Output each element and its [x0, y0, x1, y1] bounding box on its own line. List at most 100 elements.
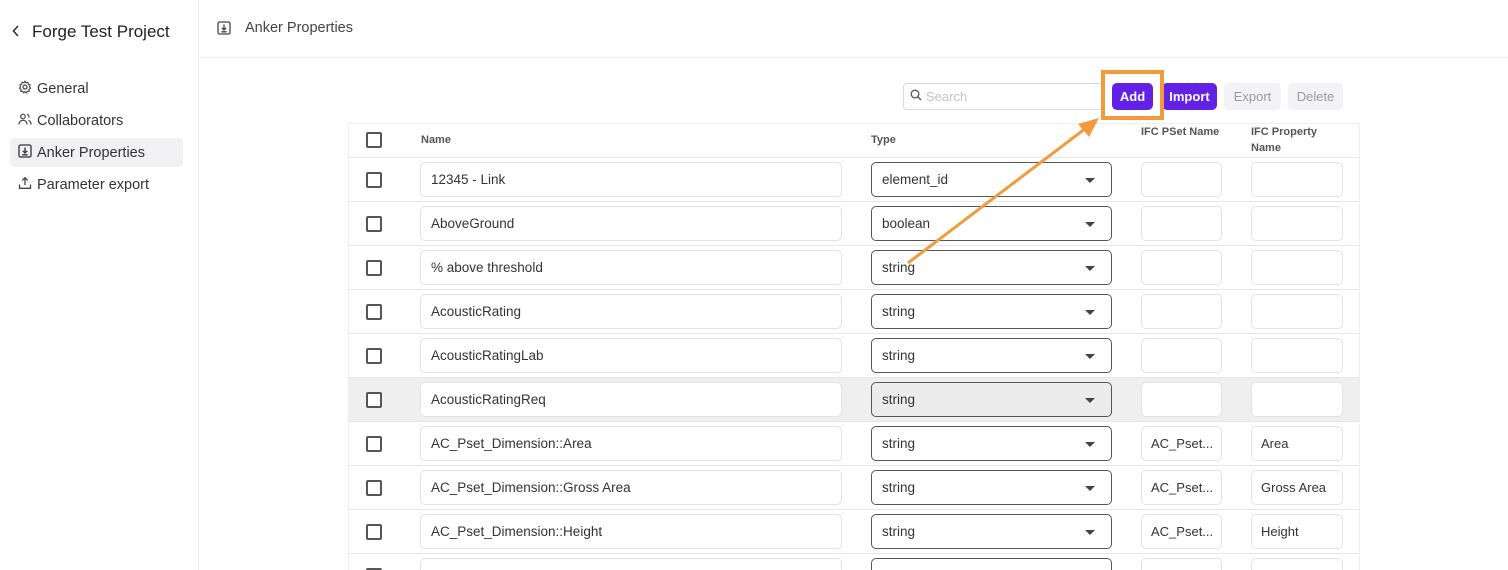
property-name-input[interactable]: AC_Pset_Dimension::Gross Area [420, 470, 842, 505]
caret-down-icon [1085, 486, 1095, 491]
column-header-pset: IFC PSet Name [1141, 126, 1220, 138]
download-box-icon [18, 143, 32, 162]
property-name-input[interactable]: AC_Pset_Dimension::Area [420, 426, 842, 461]
ifc-property-name-input[interactable] [1251, 162, 1343, 197]
ifc-pset-name-input[interactable] [1141, 162, 1222, 197]
sidebar-item-parameter-export[interactable]: Parameter export [10, 170, 183, 199]
download-box-icon [217, 21, 231, 35]
property-name-input[interactable]: % above threshold [420, 250, 842, 285]
row-checkbox[interactable] [366, 260, 382, 276]
ifc-pset-name-input[interactable] [1141, 250, 1222, 285]
row-checkbox[interactable] [366, 480, 382, 496]
caret-down-icon [1085, 178, 1095, 183]
property-name-input[interactable]: AcousticRatingReq [420, 382, 842, 417]
users-icon [18, 112, 32, 130]
type-select-value: boolean [882, 216, 931, 231]
caret-down-icon [1085, 266, 1095, 271]
row-checkbox[interactable] [366, 304, 382, 320]
ifc-pset-name-input[interactable] [1141, 382, 1222, 417]
type-select-value: string [882, 260, 916, 275]
property-name-input[interactable]: AboveGround [420, 206, 842, 241]
ifc-property-name-input[interactable]: Height [1251, 514, 1343, 549]
type-select-value: string [882, 436, 916, 451]
type-select[interactable]: string [871, 250, 1112, 285]
table-row: AC_Pset_Dimension::Height string AC_Pset..… [349, 510, 1359, 554]
ifc-property-name-input[interactable]: Area [1251, 426, 1343, 461]
column-header-type: Type [871, 134, 896, 146]
table-row: 12345 - Link element_id [349, 158, 1359, 202]
properties-table: Name Type IFC PSet Name IFC Property Nam… [349, 124, 1359, 570]
caret-down-icon [1085, 354, 1095, 359]
ifc-pset-name-input[interactable]: AC_Pset... [1141, 470, 1222, 505]
ifc-pset-name-input[interactable] [1141, 338, 1222, 373]
table-row: AC_Pset_Dimension::Area string AC_Pset... A… [349, 422, 1359, 466]
column-header-property: IFC Property Name [1251, 124, 1317, 156]
property-name-input[interactable] [420, 558, 842, 570]
ifc-pset-name-input[interactable]: AC_Pset... [1141, 514, 1222, 549]
sidebar-item-anker-properties[interactable]: Anker Properties [10, 138, 183, 167]
sidebar-item-collaborators[interactable]: Collaborators [10, 106, 183, 135]
ifc-property-name-input[interactable] [1251, 558, 1343, 570]
ifc-property-name-input[interactable] [1251, 250, 1343, 285]
ifc-property-name-input[interactable] [1251, 382, 1343, 417]
export-button[interactable]: Export [1224, 83, 1281, 110]
row-checkbox[interactable] [366, 436, 382, 452]
type-select[interactable]: string [871, 426, 1112, 461]
caret-down-icon [1085, 398, 1095, 403]
caret-down-icon [1085, 310, 1095, 315]
page-title: Anker Properties [245, 20, 353, 36]
search-box[interactable] [903, 83, 1103, 110]
type-select-value: string [882, 392, 916, 407]
type-select-value: string [882, 304, 916, 319]
type-select[interactable]: boolean [871, 206, 1112, 241]
column-header-property-line1: IFC Property [1251, 126, 1318, 138]
gear-icon [18, 79, 32, 98]
page-header: Anker Properties [200, 0, 1508, 58]
type-select[interactable]: string [871, 294, 1112, 329]
type-select[interactable]: element_id [871, 162, 1112, 197]
row-checkbox[interactable] [366, 216, 382, 232]
table-row: % above threshold string [349, 246, 1359, 290]
chevron-left-icon [12, 24, 20, 40]
upload-icon [18, 176, 32, 194]
ifc-pset-name-input[interactable]: AC_Pset... [1141, 426, 1222, 461]
table-row: AboveGround boolean [349, 202, 1359, 246]
sidebar-item-general[interactable]: General [10, 74, 183, 103]
ifc-property-name-input[interactable] [1251, 206, 1343, 241]
ifc-property-name-input[interactable] [1251, 338, 1343, 373]
delete-button[interactable]: Delete [1288, 83, 1343, 110]
row-checkbox[interactable] [366, 392, 382, 408]
row-checkbox[interactable] [366, 348, 382, 364]
type-select[interactable]: string [871, 338, 1112, 373]
ifc-pset-name-input[interactable] [1141, 294, 1222, 329]
caret-down-icon [1085, 442, 1095, 447]
sidebar-item-label: Collaborators [37, 112, 124, 129]
import-button[interactable]: Import [1162, 83, 1217, 110]
caret-down-icon [1085, 530, 1095, 535]
project-title: Forge Test Project [32, 22, 170, 41]
table-row [349, 554, 1359, 570]
table-row: AcousticRating string [349, 290, 1359, 334]
type-select[interactable]: string [871, 470, 1112, 505]
property-name-input[interactable]: AcousticRating [420, 294, 842, 329]
property-name-input[interactable]: AC_Pset_Dimension::Height [420, 514, 842, 549]
sidebar-item-label: Parameter export [37, 176, 150, 193]
back-to-project-link[interactable]: Forge Test Project [12, 22, 170, 42]
type-select[interactable]: string [871, 382, 1112, 417]
ifc-property-name-input[interactable]: Gross Area [1251, 470, 1343, 505]
property-name-input[interactable]: 12345 - Link [420, 162, 842, 197]
ifc-property-name-input[interactable] [1251, 294, 1343, 329]
row-checkbox[interactable] [366, 524, 382, 540]
add-button[interactable]: Add [1112, 83, 1153, 110]
search-input[interactable] [926, 89, 1086, 104]
type-select[interactable] [871, 558, 1112, 570]
select-all-checkbox[interactable] [366, 132, 382, 148]
ifc-pset-name-input[interactable] [1141, 206, 1222, 241]
property-name-input[interactable]: AcousticRatingLab [420, 338, 842, 373]
row-checkbox[interactable] [366, 172, 382, 188]
app-root: Forge Test Project General Collaborators… [0, 0, 1508, 570]
type-select[interactable]: string [871, 514, 1112, 549]
table-header: Name Type IFC PSet Name IFC Property Nam… [349, 124, 1359, 158]
ifc-pset-name-input[interactable] [1141, 558, 1222, 570]
type-select-value: string [882, 348, 916, 363]
